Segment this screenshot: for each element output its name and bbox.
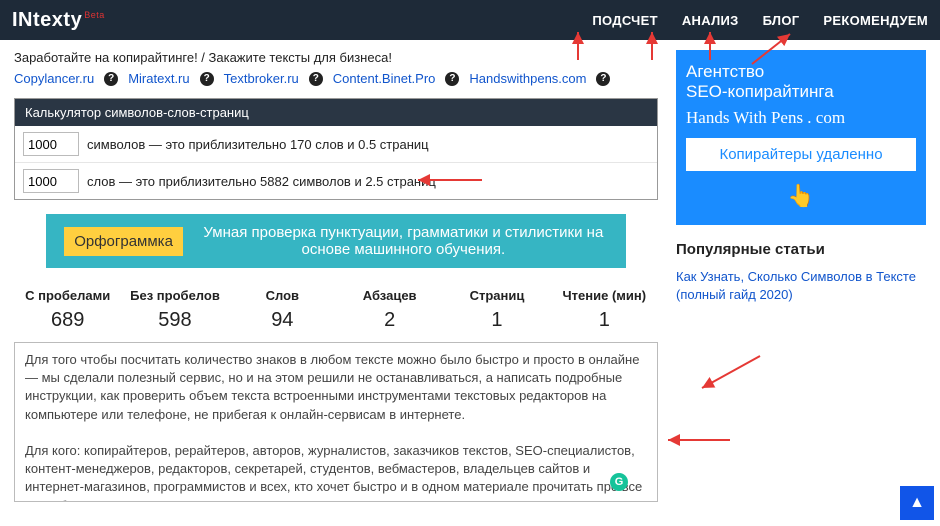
stats-row: С пробелами689 Без пробелов598 Слов94 Аб… (14, 288, 658, 332)
logo-text: INtexty (12, 9, 82, 31)
ad-cta[interactable]: Копирайтеры удаленно (686, 138, 916, 171)
main-nav: ПОДСЧЕТ АНАЛИЗ БЛОГ РЕКОМЕНДУЕМ (592, 13, 928, 28)
promo-line: Заработайте на копирайтинге! / Закажите … (14, 50, 658, 65)
stat-words: Слов94 (229, 288, 336, 332)
affiliate-link[interactable]: Miratext.ru (128, 71, 189, 86)
affiliate-links: Copylancer.ru? Miratext.ru? Textbroker.r… (14, 71, 658, 86)
popular-title: Популярные статьи (676, 241, 926, 258)
tap-icon: 👆 (686, 183, 916, 209)
affiliate-link[interactable]: Textbroker.ru (224, 71, 299, 86)
chars-input[interactable] (23, 132, 79, 156)
orfogrammka-banner[interactable]: Орфограммка Умная проверка пунктуации, г… (46, 214, 626, 268)
calc-row-words: слов — это приблизительно 5882 символов … (15, 162, 657, 199)
stat-no-spaces: Без пробелов598 (121, 288, 228, 332)
stat-paragraphs: Абзацев2 (336, 288, 443, 332)
stat-read-min: Чтение (мин)1 (551, 288, 658, 332)
affiliate-link[interactable]: Handswithpens.com (469, 71, 586, 86)
help-icon[interactable]: ? (104, 72, 118, 86)
orfogrammka-button[interactable]: Орфограммка (64, 227, 183, 256)
ad-line1: Агентство (686, 62, 916, 82)
nav-blog[interactable]: БЛОГ (763, 13, 800, 28)
calc-row-chars: символов — это приблизительно 170 слов и… (15, 126, 657, 162)
calculator-title: Калькулятор символов-слов-страниц (15, 99, 657, 126)
top-bar: INtextyBeta ПОДСЧЕТ АНАЛИЗ БЛОГ РЕКОМЕНД… (0, 0, 940, 40)
help-icon[interactable]: ? (596, 72, 610, 86)
stat-with-spaces: С пробелами689 (14, 288, 121, 332)
nav-count[interactable]: ПОДСЧЕТ (592, 13, 657, 28)
ad-line2: SEO-копирайтинга (686, 82, 916, 102)
affiliate-link[interactable]: Copylancer.ru (14, 71, 94, 86)
logo-beta: Beta (84, 10, 105, 20)
chars-result: символов — это приблизительно 170 слов и… (87, 137, 429, 152)
words-result: слов — это приблизительно 5882 символов … (87, 174, 436, 189)
popular-link[interactable]: Как Узнать, Сколько Символов в Тексте (п… (676, 269, 916, 302)
grammarly-icon[interactable]: G (610, 473, 628, 491)
nav-analysis[interactable]: АНАЛИЗ (682, 13, 739, 28)
ad-line3: Hands With Pens . com (686, 108, 916, 128)
stat-pages: Страниц1 (443, 288, 550, 332)
help-icon[interactable]: ? (445, 72, 459, 86)
help-icon[interactable]: ? (309, 72, 323, 86)
nav-recommend[interactable]: РЕКОМЕНДУЕМ (823, 13, 928, 28)
orfogrammka-text: Умная проверка пунктуации, грамматики и … (199, 224, 608, 258)
logo[interactable]: INtextyBeta (12, 9, 105, 32)
affiliate-link[interactable]: Content.Binet.Pro (333, 71, 436, 86)
calculator-panel: Калькулятор символов-слов-страниц символ… (14, 98, 658, 200)
chevron-up-icon: ▲ (909, 494, 925, 512)
words-input[interactable] (23, 169, 79, 193)
help-icon[interactable]: ? (200, 72, 214, 86)
sidebar-ad[interactable]: Агентство SEO-копирайтинга Hands With Pe… (676, 50, 926, 225)
scroll-top-button[interactable]: ▲ (900, 486, 934, 520)
text-input-area[interactable] (14, 342, 658, 502)
popular-articles: Популярные статьи Как Узнать, Сколько Си… (676, 241, 926, 304)
